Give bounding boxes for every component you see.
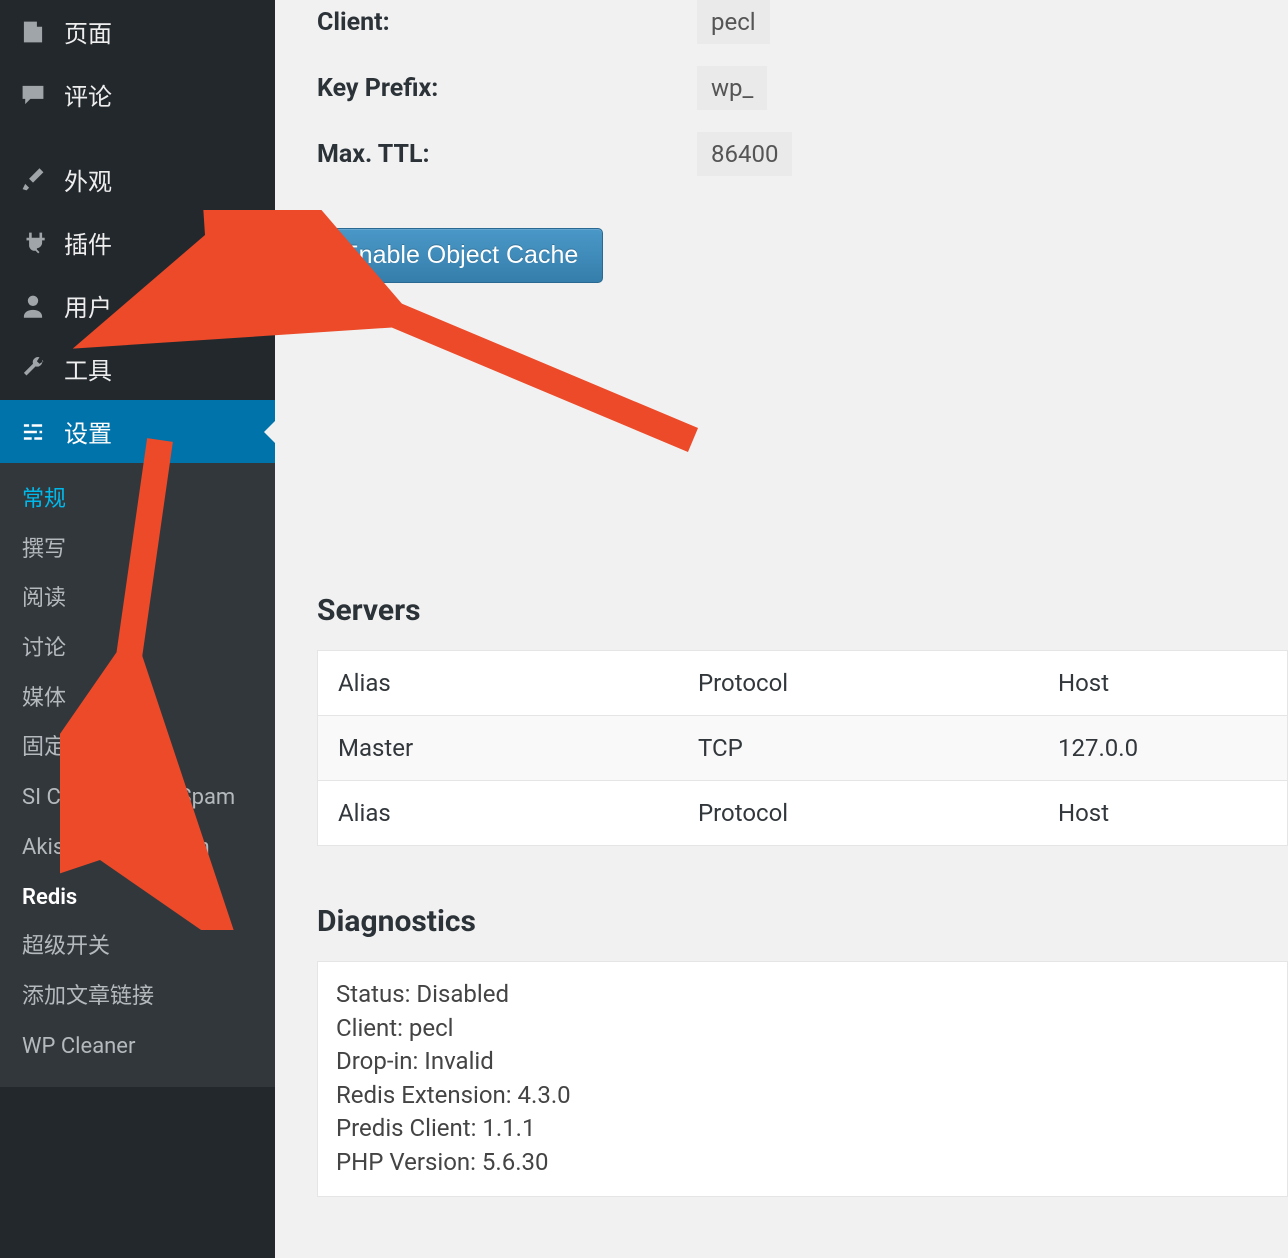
cell-protocol: TCP: [678, 716, 1038, 780]
submenu-item-wpcleaner[interactable]: WP Cleaner: [0, 1022, 275, 1072]
user-icon: [18, 291, 48, 321]
admin-sidebar: 页面 评论 外观 插件 用户: [0, 0, 275, 1258]
cell-alias: Master: [318, 716, 678, 780]
submenu-item-superswitch[interactable]: 超级开关: [0, 922, 275, 972]
submenu-item-permalinks[interactable]: 固定链接: [0, 723, 275, 773]
row-maxttl: Max. TTL: 86400: [317, 132, 1288, 176]
brush-icon: [18, 165, 48, 195]
pages-icon: [18, 17, 48, 47]
label-keyprefix: Key Prefix:: [317, 74, 697, 103]
sidebar-item-pages[interactable]: 页面: [0, 0, 275, 63]
enable-object-cache-button[interactable]: Enable Object Cache: [317, 228, 603, 283]
servers-heading: Servers: [317, 593, 1288, 628]
diag-line: Status: Disabled: [336, 978, 1269, 1012]
sidebar-item-label: 用户: [64, 288, 112, 323]
col-host: Host: [1038, 781, 1287, 845]
sidebar-item-label: 页面: [64, 14, 112, 49]
submenu-item-akismet[interactable]: Akismet Anti-Spam: [0, 823, 275, 873]
comment-icon: [18, 80, 48, 110]
sidebar-item-label: 工具: [64, 351, 112, 386]
sidebar-item-comments[interactable]: 评论: [0, 63, 275, 126]
col-alias: Alias: [318, 651, 678, 715]
submenu-item-addlinks[interactable]: 添加文章链接: [0, 972, 275, 1022]
value-client: pecl: [697, 0, 770, 44]
value-keyprefix: wp_: [697, 66, 767, 110]
col-protocol: Protocol: [678, 651, 1038, 715]
submenu-item-discussion[interactable]: 讨论: [0, 624, 275, 674]
table-row: Master TCP 127.0.0: [318, 715, 1287, 780]
sidebar-item-appearance[interactable]: 外观: [0, 148, 275, 211]
col-alias: Alias: [318, 781, 678, 845]
label-client: Client:: [317, 8, 697, 37]
sidebar-item-plugins[interactable]: 插件: [0, 211, 275, 274]
submenu-item-redis[interactable]: Redis: [0, 873, 275, 923]
diagnostics-box: Status: Disabled Client: pecl Drop-in: I…: [317, 961, 1288, 1197]
cell-host: 127.0.0: [1038, 716, 1287, 780]
submenu-item-writing[interactable]: 撰写: [0, 525, 275, 575]
sidebar-item-label: 设置: [64, 414, 112, 449]
plug-icon: [18, 228, 48, 258]
table-header-row: Alias Protocol Host: [318, 651, 1287, 715]
sidebar-item-label: 外观: [64, 162, 112, 197]
value-maxttl: 86400: [697, 132, 792, 176]
sidebar-item-tools[interactable]: 工具: [0, 337, 275, 400]
sidebar-item-label: 评论: [64, 77, 112, 112]
sidebar-item-settings[interactable]: 设置: [0, 400, 275, 463]
diag-line: Client: pecl: [336, 1012, 1269, 1046]
label-maxttl: Max. TTL:: [317, 140, 697, 169]
sidebar-item-users[interactable]: 用户: [0, 274, 275, 337]
row-client: Client: pecl: [317, 0, 1288, 44]
row-keyprefix: Key Prefix: wp_: [317, 66, 1288, 110]
main-content: Client: pecl Key Prefix: wp_ Max. TTL: 8…: [275, 0, 1288, 1258]
sidebar-item-label: 插件: [64, 225, 112, 260]
table-footer-row: Alias Protocol Host: [318, 780, 1287, 845]
sliders-icon: [18, 417, 48, 447]
wrench-icon: [18, 354, 48, 384]
diag-line: Redis Extension: 4.3.0: [336, 1079, 1269, 1113]
servers-table: Alias Protocol Host Master TCP 127.0.0 A…: [317, 650, 1288, 846]
diagnostics-heading: Diagnostics: [317, 904, 1288, 939]
submenu-item-sicaptcha[interactable]: SI Captcha Anti-Spam: [0, 773, 275, 823]
diag-line: Drop-in: Invalid: [336, 1045, 1269, 1079]
col-protocol: Protocol: [678, 781, 1038, 845]
col-host: Host: [1038, 651, 1287, 715]
submenu-item-reading[interactable]: 阅读: [0, 574, 275, 624]
submenu-item-media[interactable]: 媒体: [0, 674, 275, 724]
submenu-item-general[interactable]: 常规: [0, 475, 275, 525]
settings-submenu: 常规 撰写 阅读 讨论 媒体 固定链接 SI Captcha Anti-Spam…: [0, 463, 275, 1087]
diag-line: Predis Client: 1.1.1: [336, 1112, 1269, 1146]
diag-line: PHP Version: 5.6.30: [336, 1146, 1269, 1180]
